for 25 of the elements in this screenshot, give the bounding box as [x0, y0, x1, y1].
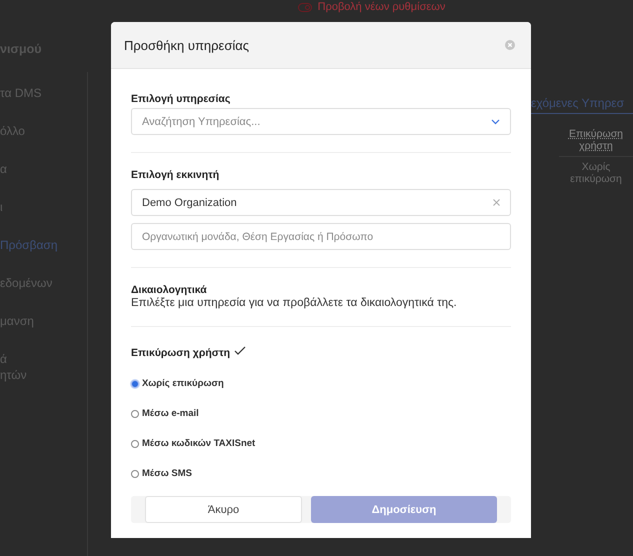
settings-link[interactable]: Προβολή νέων ρυθμίσεων	[318, 1, 446, 13]
chevron-down-icon	[491, 118, 500, 124]
field-label: Επιλογή εκκινητή	[131, 169, 220, 181]
table-cell: Χωρίς επικύρωση	[559, 156, 633, 189]
initiator-field[interactable]: Demo Organization	[131, 189, 511, 216]
option-label[interactable]: Μέσω e-mail	[142, 408, 199, 419]
radio-button[interactable]	[131, 410, 139, 418]
sidebar-item[interactable]: Πρόσβαση	[0, 237, 87, 253]
radio-button[interactable]	[131, 380, 139, 388]
option-label[interactable]: Μέσω κωδικών TAXISnet	[142, 438, 256, 449]
section-label: Δικαιολογητικά	[131, 284, 208, 296]
toggle-icon	[298, 2, 312, 12]
column-header: Επικύρωση χρήστη	[559, 124, 633, 156]
search-field[interactable]: Οργανωτική μονάδα, Θέση Εργασίας ή Πρόσωπο	[131, 223, 511, 250]
radio-button[interactable]	[131, 440, 139, 448]
field-label: Επιλογή υπηρεσίας	[131, 93, 232, 105]
dialog-title: Προσθήκη υπηρεσίας	[124, 38, 250, 52]
radio-button[interactable]	[131, 470, 139, 478]
option-label[interactable]: Μέσω SMS	[142, 468, 192, 479]
option-label[interactable]: Χωρίς επικύρωση	[142, 378, 224, 389]
clear-icon[interactable]	[493, 199, 500, 206]
section-label: Επικύρωση χρήστη	[131, 347, 230, 359]
hint-text: Επιλέξτε μια υπηρεσία για να προβάλλετε τα δικαιολογητικά της.	[131, 297, 458, 309]
cancel-button[interactable]: Άκυρο	[145, 496, 302, 523]
service-dropdown[interactable]: Αναζήτηση Υπηρεσίας...	[131, 108, 511, 135]
